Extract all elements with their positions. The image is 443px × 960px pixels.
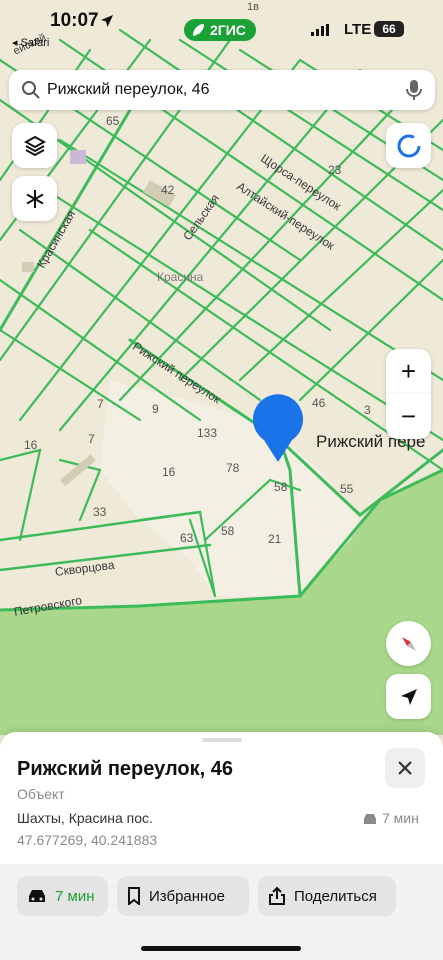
place-city: Шахты, Красина пос. [17, 810, 153, 826]
brand-leaf-icon [193, 24, 204, 36]
back-to-safari[interactable]: ◂ Safari [12, 36, 49, 49]
search-bar[interactable]: Рижский переулок, 46 [9, 70, 435, 110]
close-button[interactable] [385, 748, 425, 788]
my-location-button[interactable] [386, 674, 431, 719]
house-number: 16 [24, 438, 38, 452]
house-number: 58 [221, 524, 235, 538]
house-number: 58 [274, 480, 288, 494]
location-arrow-icon [400, 688, 417, 705]
house-number: 55 [340, 482, 354, 496]
house-number: 33 [93, 505, 107, 519]
house-number: 42 [161, 183, 175, 197]
house-number: 7 [97, 397, 104, 411]
place-title: Рижский переулок, 46 [17, 758, 233, 780]
battery-icon: 66 [374, 21, 404, 37]
route-button[interactable]: 7 мин [17, 876, 108, 916]
zoom-in-button[interactable]: + [386, 349, 431, 394]
house-number: 9 [152, 402, 159, 416]
house-number: 16 [162, 465, 176, 479]
house-number: 63 [180, 531, 194, 545]
circle-progress-icon [397, 134, 420, 157]
layers-icon [23, 135, 46, 156]
status-bar: 10:07 ◂ Safari 2ГИС LTE 66 [0, 0, 443, 52]
action-bar: 7 мин Избранное Поделиться [0, 864, 443, 960]
compass-mode-button[interactable] [386, 123, 431, 168]
status-time: 10:07 [50, 10, 99, 31]
sheet-grabber[interactable] [202, 738, 242, 742]
house-number: 46 [312, 396, 326, 410]
search-input[interactable]: Рижский переулок, 46 [47, 81, 210, 99]
location-arrow-icon [101, 15, 113, 27]
share-label: Поделиться [294, 887, 377, 905]
house-number: 7 [88, 432, 95, 446]
favorite-button[interactable]: Избранное [117, 876, 249, 916]
car-icon [29, 890, 45, 902]
district-label: Красина [157, 270, 204, 284]
close-icon [398, 761, 412, 775]
house-number: 3 [364, 403, 371, 417]
search-icon [22, 81, 40, 99]
house-number: 23 [328, 163, 342, 177]
house-number: 133 [197, 426, 218, 440]
signal-icon [311, 24, 329, 36]
house-number: 78 [226, 461, 240, 475]
winter-mode-button[interactable] [12, 176, 57, 221]
favorite-label: Избранное [149, 887, 226, 905]
car-icon [364, 814, 376, 824]
house-number: 21 [268, 532, 282, 546]
house-number: 65 [106, 114, 120, 128]
home-indicator[interactable] [141, 946, 301, 951]
brand-label: 2ГИС [210, 22, 246, 38]
share-button[interactable]: Поделиться [258, 876, 396, 916]
eta-info: 7 мин [362, 810, 419, 826]
bookmark-icon [128, 887, 140, 905]
network-type: LTE [344, 21, 372, 38]
compass-icon [401, 636, 416, 651]
place-coordinates[interactable]: 47.677269, 40.241883 [17, 832, 157, 848]
layers-button[interactable] [12, 123, 57, 168]
snowflake-icon [26, 189, 43, 208]
app-brand-badge: 2ГИС [184, 19, 256, 41]
north-compass-button[interactable] [386, 621, 431, 666]
microphone-icon[interactable] [404, 79, 424, 101]
route-label: 7 мин [55, 887, 95, 905]
place-type: Объект [17, 786, 65, 802]
share-icon [269, 886, 285, 905]
zoom-out-button[interactable]: − [386, 394, 431, 439]
eta-label: 7 мин [382, 810, 419, 826]
